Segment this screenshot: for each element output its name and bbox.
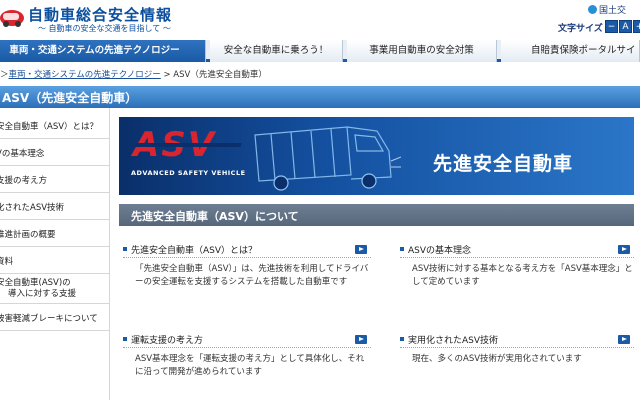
font-size-decrease-button[interactable]: − <box>605 20 618 33</box>
card-header: 先進安全自動車（ASV）とは？ <box>123 243 371 258</box>
bullet-icon <box>123 247 127 251</box>
sidebar-item-label: 化されたASV技術 <box>0 203 65 213</box>
sidebar-item-adoption-support[interactable]: 安全自動車(ASV)の 導入に対する支援 <box>0 274 110 304</box>
card-title[interactable]: 先進安全自動車（ASV）とは？ <box>131 243 257 256</box>
bullet-icon <box>400 247 404 251</box>
card-title[interactable]: 実用化されたASV技術 <box>408 333 498 346</box>
sidebar-item-basic-philosophy[interactable]: Vの基本理念 <box>0 139 110 166</box>
card-title[interactable]: ASVの基本理念 <box>408 243 471 256</box>
tab-commercial-safety[interactable]: 事業用自動車の安全対策 <box>347 40 497 62</box>
site-subtitle: 〜 自動車の安全な交通を目指して 〜 <box>38 24 171 33</box>
sidebar-item-label: 支援の考え方 <box>0 176 48 186</box>
ministry-link[interactable]: 国土交 <box>588 3 626 16</box>
sidebar-item-label: 安全自動車（ASV）とは？ <box>0 122 99 132</box>
sidebar: 安全自動車（ASV）とは？ Vの基本理念 支援の考え方 化されたASV技術 推進… <box>0 108 110 400</box>
font-size-increase-button[interactable]: + <box>633 20 640 33</box>
sidebar-item-driving-support[interactable]: 支援の考え方 <box>0 166 110 193</box>
tab-insurance-portal[interactable]: 自賠責保険ポータルサイ <box>501 40 640 62</box>
breadcrumb-prefix: ＞ <box>0 70 9 80</box>
arrow-right-icon[interactable] <box>618 335 630 344</box>
car-logo-icon[interactable] <box>0 4 24 28</box>
sidebar-item-label: 推進計画の概要 <box>0 230 56 240</box>
ministry-label: 国土交 <box>599 6 627 16</box>
sidebar-item-label: 被害軽減ブレーキについて <box>0 314 98 324</box>
sidebar-item-label-line2: 導入に対する支援 <box>8 289 77 299</box>
arrow-right-icon[interactable] <box>355 245 367 254</box>
asv-logo-swoosh <box>132 143 242 147</box>
global-nav: 車両・交通システムの先進テクノロジー 安全な自動車に乗ろう！ 事業用自動車の安全… <box>0 40 640 62</box>
page-title-bar: ASV（先進安全自動車） <box>0 86 640 108</box>
asv-logo-subtitle: ADVANCED SAFETY VEHICLE <box>131 169 246 177</box>
card-title[interactable]: 運転支援の考え方 <box>131 333 203 346</box>
card-header: 実用化されたASV技術 <box>400 333 634 348</box>
section-title: 先進安全自動車（ASV）について <box>131 210 299 223</box>
sidebar-item-materials[interactable]: 資料 <box>0 247 110 274</box>
font-size-reset-button[interactable]: A <box>619 20 632 33</box>
font-size-label: 文字サイズ <box>558 24 603 34</box>
card-description: ASV技術に対する基本となる考え方を「ASV基本理念」として定めています <box>412 264 633 287</box>
sidebar-item-label: 安全自動車(ASV)の <box>0 278 71 288</box>
site-header: 自動車総合安全情報 〜 自動車の安全な交通を目指して 〜 国土交 文字サイズ −… <box>0 0 640 40</box>
tab-safe-car[interactable]: 安全な自動車に乗ろう！ <box>210 40 343 62</box>
breadcrumb-current: ASV（先進安全自動車） <box>173 70 267 80</box>
section-header: 先進安全自動車（ASV）について <box>119 204 634 226</box>
bullet-icon <box>123 337 127 341</box>
card-description: 現在、多くのASV技術が実用化されています <box>412 354 582 364</box>
card-description: ASV基本理念を「運転支援の考え方」として具体化し、それに沿って開発が進められて… <box>135 354 365 377</box>
asv-banner: ASV ADVANCED SAFETY VEHICLE 先進安全自動車 <box>119 117 634 195</box>
truck-illustration-icon <box>254 126 401 191</box>
sidebar-item-practical-tech[interactable]: 化されたASV技術 <box>0 193 110 220</box>
bullet-icon <box>400 337 404 341</box>
site-title[interactable]: 自動車総合安全情報 <box>28 4 172 25</box>
breadcrumb: ＞車両・交通システムの先進テクノロジー > ASV（先進安全自動車） <box>0 67 640 83</box>
banner-title: 先進安全自動車 <box>433 153 574 175</box>
breadcrumb-separator: > <box>160 70 174 80</box>
tab-advanced-technology[interactable]: 車両・交通システムの先進テクノロジー <box>0 40 206 62</box>
sidebar-item-what-is-asv[interactable]: 安全自動車（ASV）とは？ <box>0 112 110 139</box>
breadcrumb-link[interactable]: 車両・交通システムの先進テクノロジー <box>9 70 161 80</box>
ministry-emblem-icon <box>588 5 597 14</box>
page-title: ASV（先進安全自動車） <box>2 91 138 105</box>
card-header: 運転支援の考え方 <box>123 333 371 348</box>
card-description: 「先進安全自動車（ASV）」は、先進技術を利用してドライバーの安全運転を支援する… <box>135 264 369 287</box>
sidebar-item-label: Vの基本理念 <box>0 149 45 159</box>
arrow-right-icon[interactable] <box>355 335 367 344</box>
sidebar-item-plan-overview[interactable]: 推進計画の概要 <box>0 220 110 247</box>
sidebar-item-label: 資料 <box>0 257 14 267</box>
sidebar-item-collision-brake[interactable]: 被害軽減ブレーキについて <box>0 304 110 331</box>
arrow-right-icon[interactable] <box>618 245 630 254</box>
card-header: ASVの基本理念 <box>400 243 634 258</box>
